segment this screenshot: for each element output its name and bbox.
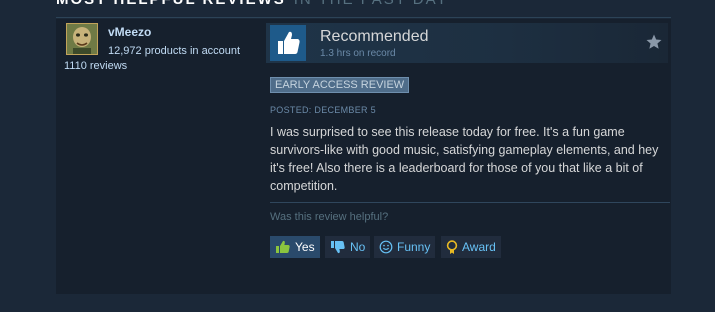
thumbs-up-icon xyxy=(270,25,306,61)
award-label: Award xyxy=(462,240,496,254)
hours-on-record: 1.3 hrs on record xyxy=(320,48,396,59)
review-divider xyxy=(270,202,670,203)
avatar[interactable] xyxy=(66,23,98,55)
review-text: I was surprised to see this release toda… xyxy=(270,125,659,193)
author-name[interactable]: vMeezo xyxy=(108,25,151,39)
vote-no-label: No xyxy=(350,240,366,254)
posted-date: POSTED: DECEMBER 5 xyxy=(270,105,376,115)
author-products[interactable]: 12,972 products in account xyxy=(108,45,240,57)
review-card: vMeezo 12,972 products in account 1110 r… xyxy=(56,19,671,294)
section-header: Most Helpful Reviews In the past day xyxy=(56,0,449,8)
thumbs-up-icon xyxy=(275,240,291,254)
smiley-icon xyxy=(379,240,393,254)
vote-funny-label: Funny xyxy=(397,240,431,254)
thumbs-down-icon xyxy=(330,240,346,254)
section-title: Most Helpful Reviews xyxy=(56,0,286,8)
vote-funny-button[interactable]: Funny xyxy=(374,236,436,258)
header-divider xyxy=(56,17,671,18)
early-access-badge: EARLY ACCESS REVIEW xyxy=(270,77,410,93)
helpful-question: Was this review helpful? xyxy=(270,211,389,223)
vote-yes-button[interactable]: Yes xyxy=(270,236,320,258)
award-icon xyxy=(446,239,458,255)
recommendation-title: Recommended xyxy=(320,28,429,45)
star-icon[interactable] xyxy=(645,33,663,51)
vote-no-button[interactable]: No xyxy=(325,236,371,258)
vote-yes-label: Yes xyxy=(295,240,315,254)
section-subtitle: In the past day xyxy=(294,0,449,8)
award-button[interactable]: Award xyxy=(441,236,501,258)
author-reviews[interactable]: 1110 reviews xyxy=(64,60,127,72)
vote-header[interactable]: Recommended 1.3 hrs on record xyxy=(266,23,668,63)
